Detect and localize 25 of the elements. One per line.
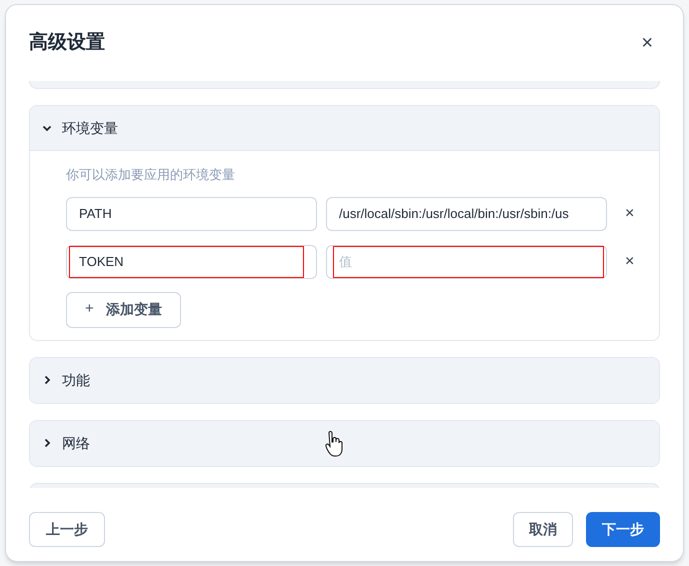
section-title: 环境变量 (62, 118, 118, 138)
chevron-down-icon (42, 124, 52, 132)
back-button[interactable]: 上一步 (29, 512, 105, 547)
section-title: 功能 (62, 370, 90, 390)
chevron-right-icon (44, 375, 50, 385)
add-variable-button[interactable]: + 添加变量 (66, 292, 181, 328)
section-header[interactable]: 网络 (30, 420, 659, 466)
remove-button[interactable]: × (625, 254, 634, 270)
section-description: 你可以添加要应用的环境变量 (66, 166, 236, 184)
value-field[interactable]: 值 (326, 244, 607, 278)
name-field[interactable]: PATH (66, 196, 317, 230)
dialog-title: 高级设置 (29, 30, 105, 55)
section-header[interactable]: 环境变量 (30, 106, 659, 151)
button-label: 添加变量 (106, 300, 162, 319)
chevron-right-icon (44, 438, 50, 448)
plus-icon: + (85, 298, 94, 321)
cancel-button[interactable]: 取消 (513, 512, 573, 547)
section-title: 网络 (62, 434, 90, 452)
name-field[interactable]: TOKEN (66, 244, 317, 278)
remove-button[interactable]: × (625, 206, 634, 222)
pointer-icon (325, 431, 343, 457)
close-button[interactable]: × (641, 33, 653, 53)
next-button[interactable]: 下一步 (586, 512, 660, 547)
value-field[interactable]: /usr/local/sbin:/usr/local/bin:/usr/sbin:/us (326, 196, 607, 230)
section-header[interactable]: 功能 (30, 358, 659, 402)
